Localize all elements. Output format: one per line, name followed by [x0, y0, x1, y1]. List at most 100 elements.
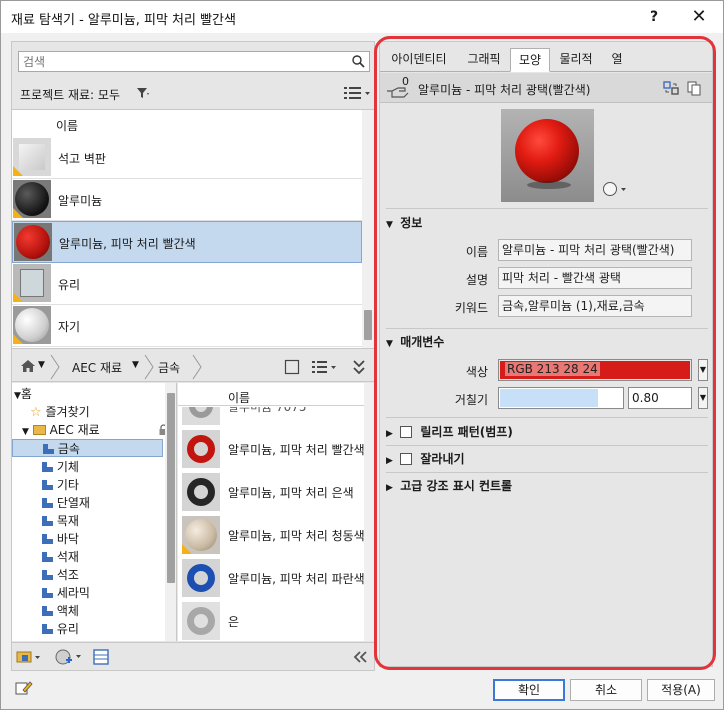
list-item[interactable]: 알루미늄, 피막 처리 파란색 — [178, 557, 364, 600]
tab-thermal[interactable]: 열 — [602, 48, 632, 72]
tree-item-category[interactable]: 석재 — [42, 548, 79, 566]
category-icon — [42, 516, 53, 526]
tree-item-favorites[interactable]: ☆ 즐겨찾기 — [30, 403, 90, 421]
color-dropdown-icon[interactable]: ▼ — [698, 359, 708, 381]
category-icon — [42, 480, 53, 490]
ok-button[interactable]: 확인 — [493, 679, 565, 701]
breadcrumb-dropdown-icon[interactable]: ▼ — [132, 360, 139, 370]
tree-item-aec[interactable]: ▼ AEC 재료 — [22, 421, 172, 439]
description-field[interactable]: 피막 처리 - 빨간색 광택 — [498, 267, 692, 289]
expand-arrow-icon[interactable]: ▼ — [22, 427, 29, 437]
material-thumbnail — [13, 180, 51, 218]
color-swatch[interactable]: RGB 213 28 24 — [498, 359, 692, 381]
tree-scrollbar[interactable] — [165, 383, 176, 641]
name-field[interactable]: 알루미늄 - 피막 처리 광택(빨간색) — [498, 239, 692, 261]
collapsed-arrow-icon[interactable]: ▶ — [386, 483, 396, 493]
tab-identity[interactable]: 아이덴티티 — [382, 48, 456, 72]
expand-arrow-icon[interactable]: ▼ — [14, 391, 21, 401]
tree-item-category[interactable]: 액체 — [42, 602, 79, 620]
breadcrumb-aec[interactable]: AEC 재료 — [72, 359, 122, 376]
collapsed-arrow-icon[interactable]: ▶ — [386, 456, 396, 466]
edit-notes-icon[interactable] — [15, 680, 33, 696]
tree-item-category[interactable]: 목재 — [42, 512, 79, 530]
tab-graphics[interactable]: 그래픽 — [458, 48, 510, 72]
info-section-header[interactable]: ▼ 정보 — [386, 214, 708, 236]
collapse-library-icon[interactable] — [352, 358, 366, 376]
close-button[interactable]: ✕ — [685, 4, 713, 30]
filter-icon[interactable] — [135, 85, 151, 101]
title-bar: 재료 탐색기 - 알루미늄, 피막 처리 빨간색 ? ✕ — [1, 1, 723, 33]
home-dropdown-icon[interactable]: ▼ — [38, 360, 45, 370]
expand-arrow-icon[interactable]: ▼ — [386, 339, 396, 349]
tree-item-category[interactable]: 단열재 — [42, 494, 90, 512]
search-input[interactable] — [19, 52, 339, 71]
relief-section-header[interactable]: ▶ 릴리프 패턴(범프) — [386, 423, 708, 445]
search-icon[interactable] — [351, 54, 365, 68]
library-column-header[interactable]: 이름 — [228, 389, 250, 406]
material-editor-panel: 아이덴티티 그래픽 모양 물리적 열 0 알루미늄 - 피막 처리 광택(빨간색… — [379, 41, 713, 667]
project-column-header[interactable]: 이름 — [56, 117, 78, 134]
collapsed-arrow-icon[interactable]: ▶ — [386, 429, 396, 439]
tree-item-metal[interactable]: 금속 — [12, 439, 163, 457]
scrollbar-thumb[interactable] — [167, 393, 175, 583]
cutout-checkbox[interactable] — [400, 453, 413, 465]
tree-item-home[interactable]: ▼홈 — [14, 385, 32, 403]
keywords-field[interactable]: 금속,알루미늄 (1),재료,금속 — [498, 295, 692, 317]
list-item[interactable]: 알루미늄, 피막 처리 빨간색 — [178, 428, 364, 471]
list-item[interactable]: 알루미늄, 피막 처리 청동색 — [178, 514, 364, 557]
list-item[interactable]: 은 — [178, 600, 364, 641]
apply-button[interactable]: 적용(A) — [647, 679, 715, 701]
preview-options-icon[interactable] — [601, 181, 631, 197]
tree-item-category[interactable]: 세라믹 — [42, 584, 90, 602]
collapse-left-icon[interactable] — [352, 650, 368, 664]
help-button[interactable]: ? — [641, 6, 667, 28]
highlight-section-header[interactable]: ▶ 고급 강조 표시 컨트롤 — [386, 477, 708, 499]
open-library-icon[interactable] — [16, 649, 44, 665]
tree-item-category[interactable]: 바닥 — [42, 530, 79, 548]
list-item[interactable]: 알루미늄 — [12, 179, 362, 221]
project-list-scrollbar[interactable] — [362, 110, 374, 348]
tab-physical[interactable]: 물리적 — [552, 48, 600, 72]
asset-browser-icon[interactable] — [92, 648, 110, 666]
list-item[interactable]: 유리 — [12, 263, 362, 305]
home-icon[interactable] — [20, 359, 36, 373]
list-item-selected[interactable]: 알루미늄, 피막 처리 빨간색 — [12, 221, 362, 263]
replace-asset-icon[interactable] — [662, 80, 680, 96]
library-view-options-icon[interactable] — [310, 359, 340, 375]
breadcrumb-separator-icon — [192, 354, 202, 380]
tree-label: 기체 — [56, 460, 79, 474]
roughness-dropdown-icon[interactable]: ▼ — [698, 387, 708, 409]
tree-item-category[interactable]: 기타 — [42, 476, 79, 494]
relief-checkbox[interactable] — [400, 426, 413, 438]
list-item[interactable]: 알루미늄, 피막 처리 은색 — [178, 471, 364, 514]
view-options-icon[interactable] — [342, 85, 372, 101]
panel-toggle-icon[interactable] — [284, 359, 300, 375]
tree-item-category[interactable]: 석조 — [42, 566, 79, 584]
divider — [386, 472, 708, 473]
breadcrumb-metal[interactable]: 금속 — [158, 359, 180, 376]
list-item[interactable]: 알루미늄 7075 — [178, 407, 364, 428]
cutout-section-header[interactable]: ▶ 잘라내기 — [386, 450, 708, 472]
list-item[interactable]: 자기 — [12, 305, 362, 347]
duplicate-asset-icon[interactable] — [686, 80, 702, 96]
roughness-slider[interactable] — [498, 387, 624, 409]
tree-label: 석조 — [56, 568, 79, 582]
expand-arrow-icon[interactable]: ▼ — [386, 220, 396, 230]
tab-appearance[interactable]: 모양 — [510, 48, 550, 72]
library-list-scrollbar[interactable] — [364, 383, 374, 641]
tree-item-category[interactable]: 유리 — [42, 620, 79, 638]
editor-tabs: 아이덴티티 그래픽 모양 물리적 열 — [380, 48, 712, 72]
window-title: 재료 탐색기 - 알루미늄, 피막 처리 빨간색 — [11, 13, 236, 28]
cancel-button[interactable]: 취소 — [570, 679, 642, 701]
scrollbar-thumb[interactable] — [364, 310, 372, 340]
tree-label: 기타 — [56, 478, 79, 492]
material-thumbnail — [182, 516, 220, 554]
section-title: 릴리프 패턴(범프) — [420, 425, 513, 439]
list-item[interactable]: 석고 벽판 — [12, 137, 362, 179]
parameters-section-header[interactable]: ▼ 매개변수 — [386, 333, 708, 355]
tree-item-category[interactable]: 기체 — [42, 458, 79, 476]
roughness-value[interactable]: 0.80 — [628, 387, 692, 409]
search-box[interactable] — [18, 51, 370, 72]
create-material-icon[interactable] — [54, 648, 84, 666]
library-breadcrumb-bar: ▼ AEC 재료 ▼ 금속 — [12, 352, 374, 382]
